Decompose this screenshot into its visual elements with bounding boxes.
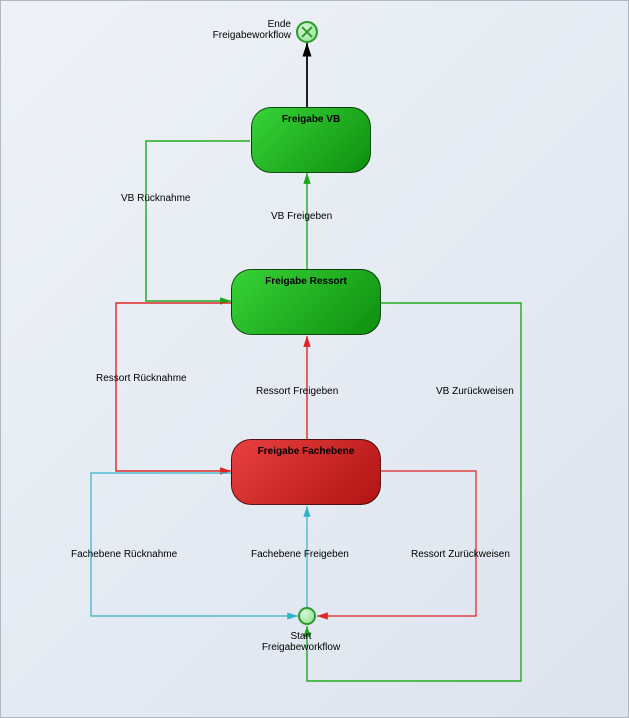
start-event-label: Start Freigabeworkflow <box>241 631 361 653</box>
end-event-label: Ende Freigabeworkflow <box>196 19 291 41</box>
start-event <box>298 607 316 625</box>
end-event <box>296 21 318 43</box>
state-freigabe-vb-title: Freigabe VB <box>282 114 340 125</box>
edge-fachebene-freigeben: Fachebene Freigeben <box>251 549 349 560</box>
edge-ressort-zurueckweisen: Ressort Zurückweisen <box>411 549 510 560</box>
edge-vb-zurueckweisen: VB Zurückweisen <box>436 386 514 397</box>
edge-ressort-freigeben: Ressort Freigeben <box>256 386 338 397</box>
state-freigabe-fachebene[interactable]: Freigabe Fachebene <box>231 439 381 505</box>
state-freigabe-ressort-title: Freigabe Ressort <box>265 276 347 287</box>
edge-vb-freigeben: VB Freigeben <box>271 211 332 222</box>
state-freigabe-vb[interactable]: Freigabe VB <box>251 107 371 173</box>
edge-ressort-ruecknahme: Ressort Rücknahme <box>96 373 187 384</box>
state-freigabe-fachebene-title: Freigabe Fachebene <box>258 446 355 457</box>
edge-fachebene-ruecknahme: Fachebene Rücknahme <box>71 549 177 560</box>
workflow-canvas: Ende Freigabeworkflow Freigabe VB Freiga… <box>0 0 629 718</box>
edge-vb-ruecknahme: VB Rücknahme <box>121 193 190 204</box>
state-freigabe-ressort[interactable]: Freigabe Ressort <box>231 269 381 335</box>
